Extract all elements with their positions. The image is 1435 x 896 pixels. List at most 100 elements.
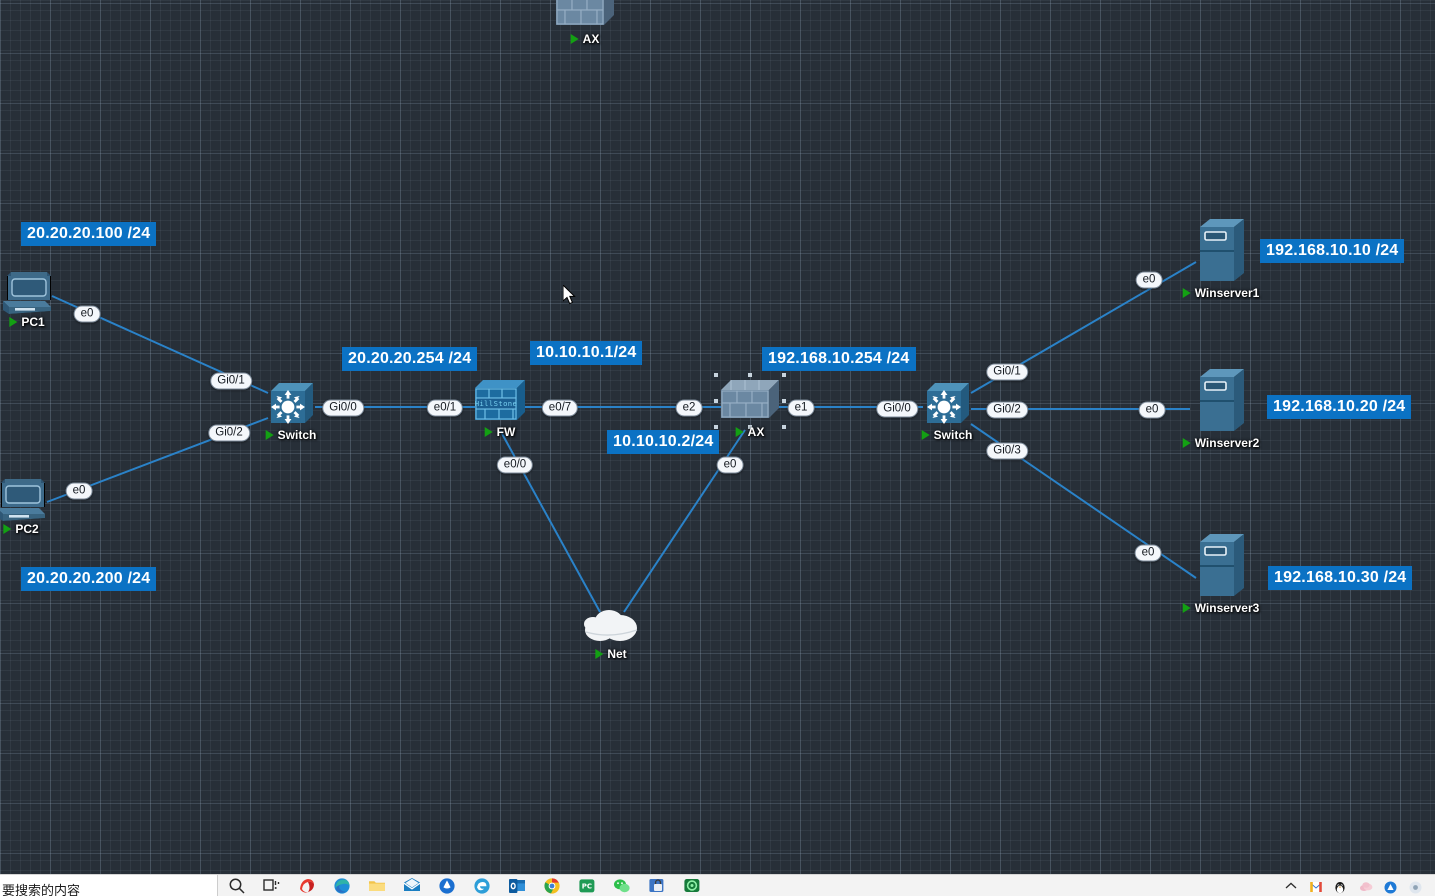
- port-label[interactable]: e0/0: [496, 456, 534, 474]
- node-name-text: Switch: [933, 428, 973, 442]
- extra-tray-icon[interactable]: [1409, 875, 1425, 896]
- node-name-text: Switch: [277, 428, 317, 442]
- status-play-icon: [265, 430, 274, 440]
- status-play-icon: [3, 524, 12, 534]
- status-play-icon: [570, 34, 579, 44]
- port-label[interactable]: e0: [716, 456, 744, 474]
- port-label[interactable]: e0: [73, 305, 101, 323]
- node-name-text: AX: [747, 425, 765, 439]
- port-label[interactable]: Gi0/2: [208, 424, 250, 442]
- svg-text:HillStone: HillStone: [475, 399, 518, 408]
- node-pc2[interactable]: PC2: [0, 477, 47, 536]
- node-label: AX: [735, 425, 765, 439]
- file-explorer-icon[interactable]: [368, 875, 388, 896]
- node-switch_left[interactable]: Switch: [265, 379, 316, 442]
- search-placeholder-text: 要搜索的内容: [2, 883, 81, 896]
- svg-text:PC: PC: [582, 882, 592, 890]
- node-name-text: Winserver2: [1194, 436, 1260, 450]
- node-name-text: PC2: [15, 522, 39, 536]
- firefox-icon[interactable]: [298, 875, 318, 896]
- blue-app-icon[interactable]: [1384, 875, 1400, 896]
- node-winserver1[interactable]: Winserver1: [1182, 215, 1259, 300]
- status-play-icon: [1182, 288, 1191, 298]
- status-play-icon: [484, 427, 493, 437]
- selection-handles: [714, 373, 786, 429]
- cloud-tray-icon[interactable]: [1359, 875, 1375, 896]
- node-label: PC1: [9, 315, 45, 329]
- node-label: Net: [595, 647, 627, 661]
- port-label[interactable]: Gi0/0: [876, 400, 918, 418]
- node-net[interactable]: Net: [580, 606, 642, 661]
- node-name-text: Winserver1: [1194, 286, 1260, 300]
- port-label[interactable]: e0/1: [426, 399, 464, 417]
- status-play-icon: [735, 427, 744, 437]
- ip-address-tag[interactable]: 192.168.10.30 /24: [1268, 566, 1413, 590]
- ip-address-tag[interactable]: 192.168.10.20 /24: [1267, 395, 1412, 419]
- topology-canvas[interactable]: AX PC1 PC2 Switch HillStone FW AX Switch…: [0, 0, 1435, 874]
- task-view-icon[interactable]: [263, 875, 283, 896]
- port-label[interactable]: e0: [1138, 401, 1166, 419]
- edge-icon[interactable]: [333, 875, 353, 896]
- windows-taskbar[interactable]: 要搜索的内容 PC: [0, 874, 1435, 896]
- xshell-icon[interactable]: [683, 875, 703, 896]
- port-label[interactable]: e1: [787, 399, 815, 417]
- status-play-icon: [921, 430, 930, 440]
- node-ax[interactable]: AX: [714, 373, 786, 439]
- ip-address-tag[interactable]: 20.20.20.200 /24: [21, 567, 157, 591]
- ip-address-tag[interactable]: 192.168.10.10 /24: [1260, 239, 1405, 263]
- node-name-text: Net: [607, 647, 627, 661]
- ip-address-tag[interactable]: 20.20.20.100 /24: [21, 222, 157, 246]
- node-label: AX: [570, 32, 600, 46]
- node-name-text: PC1: [21, 315, 45, 329]
- cloud-drive-icon[interactable]: [438, 875, 458, 896]
- port-label[interactable]: Gi0/1: [986, 363, 1028, 381]
- node-label: PC2: [3, 522, 39, 536]
- chrome-icon[interactable]: [543, 875, 563, 896]
- node-label: Switch: [265, 428, 317, 442]
- node-pc1[interactable]: PC1: [1, 270, 53, 329]
- port-label[interactable]: e2: [675, 399, 703, 417]
- status-play-icon: [1182, 438, 1191, 448]
- wechat-icon[interactable]: [613, 875, 633, 896]
- node-name-text: FW: [496, 425, 516, 439]
- ip-address-tag[interactable]: 20.20.20.254 /24: [342, 347, 478, 371]
- node-ax_top[interactable]: AX: [554, 0, 616, 46]
- status-play-icon: [595, 649, 604, 659]
- port-label[interactable]: Gi0/3: [986, 442, 1028, 460]
- qq-penguin-icon[interactable]: [1334, 875, 1350, 896]
- node-switch_right[interactable]: Switch: [921, 379, 972, 442]
- port-label[interactable]: e0: [65, 482, 93, 500]
- port-label[interactable]: e0/7: [541, 399, 579, 417]
- port-label[interactable]: e0: [1134, 544, 1162, 562]
- browser-e-icon[interactable]: [473, 875, 493, 896]
- node-label: Switch: [921, 428, 973, 442]
- ip-address-tag[interactable]: 192.168.10.254 /24: [762, 347, 916, 371]
- outlook-icon[interactable]: [508, 875, 528, 896]
- node-label: Winserver2: [1182, 436, 1260, 450]
- topology-app: AX PC1 PC2 Switch HillStone FW AX Switch…: [0, 0, 1435, 896]
- port-label[interactable]: Gi0/1: [210, 372, 252, 390]
- secure-app-icon[interactable]: [648, 875, 668, 896]
- node-name-text: AX: [582, 32, 600, 46]
- node-label: FW: [484, 425, 516, 439]
- system-tray: [1284, 875, 1435, 896]
- ip-address-tag[interactable]: 10.10.10.1/24: [530, 341, 643, 365]
- node-label: Winserver1: [1182, 286, 1260, 300]
- pc-tool-icon[interactable]: PC: [578, 875, 598, 896]
- search-icon[interactable]: [228, 875, 248, 896]
- taskbar-icon-strip: PC: [218, 875, 703, 896]
- mail-icon[interactable]: [403, 875, 423, 896]
- ip-address-tag[interactable]: 10.10.10.2/24: [607, 430, 720, 454]
- mail-tray-icon[interactable]: [1309, 875, 1325, 896]
- taskbar-search-box[interactable]: 要搜索的内容: [0, 874, 218, 896]
- status-play-icon: [9, 317, 18, 327]
- chevron-up-icon[interactable]: [1284, 875, 1300, 896]
- port-label[interactable]: e0: [1135, 271, 1163, 289]
- status-play-icon: [1182, 603, 1191, 613]
- node-label: Winserver3: [1182, 601, 1259, 615]
- node-winserver3[interactable]: Winserver3: [1182, 530, 1259, 615]
- port-label[interactable]: Gi0/2: [986, 401, 1028, 419]
- port-label[interactable]: Gi0/0: [322, 399, 364, 417]
- node-fw[interactable]: HillStone FW: [473, 378, 527, 439]
- node-winserver2[interactable]: Winserver2: [1182, 365, 1259, 450]
